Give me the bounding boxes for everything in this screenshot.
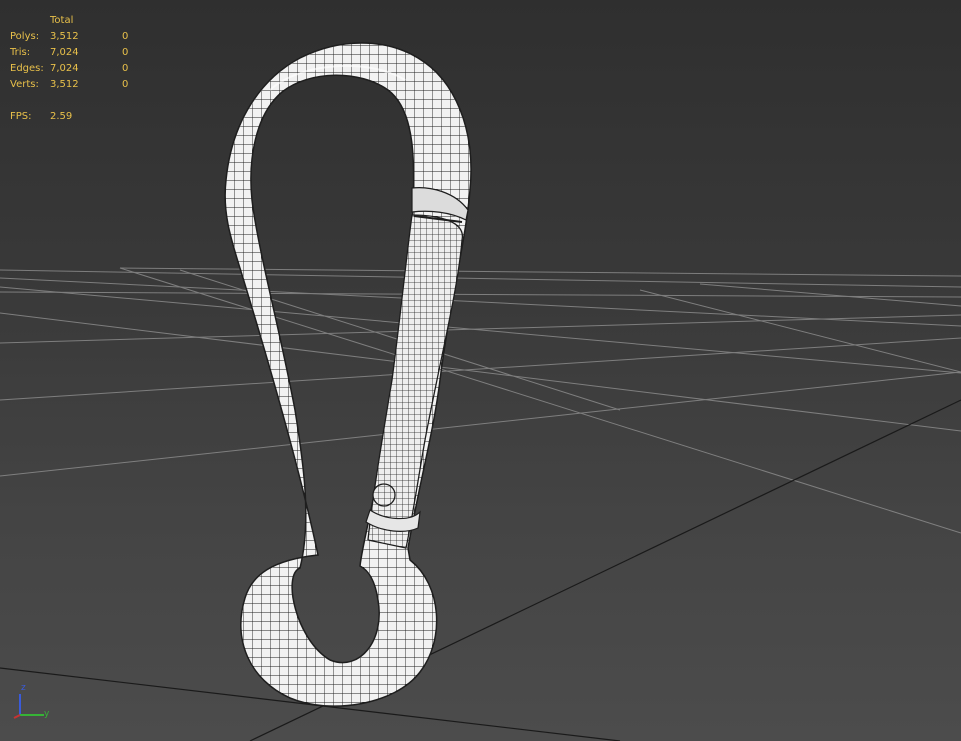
stats-spacer <box>10 93 142 109</box>
y-axis-label: y <box>44 709 50 719</box>
viewport-statistics: Total Polys: 3,512 0 Tris: 7,024 0 Edges… <box>10 13 142 125</box>
stats-label: Polys: <box>10 31 40 42</box>
stats-selected-value: 0 <box>122 31 129 42</box>
stats-total-value: 7,024 <box>50 63 79 74</box>
stats-row-verts: Verts: 3,512 0 <box>10 77 142 93</box>
stats-selected-value: 0 <box>122 63 129 74</box>
stats-row-edges: Edges: 7,024 0 <box>10 61 142 77</box>
gate-rivet <box>372 483 396 507</box>
stats-label: Tris: <box>10 47 31 58</box>
stats-label: Edges: <box>10 63 44 74</box>
axis-tripod-gizmo: z y <box>10 682 60 722</box>
stats-table: Total Polys: 3,512 0 Tris: 7,024 0 Edges… <box>10 13 142 125</box>
perspective-viewport[interactable]: Total Polys: 3,512 0 Tris: 7,024 0 Edges… <box>0 0 961 741</box>
stats-row-fps: FPS: 2.59 <box>10 109 142 125</box>
stats-label: Verts: <box>10 79 39 90</box>
stats-row-polys: Polys: 3,512 0 <box>10 29 142 45</box>
stats-total-header: Total <box>50 15 74 26</box>
stats-total-value: 7,024 <box>50 47 79 58</box>
stats-selected-value: 0 <box>122 79 129 90</box>
stats-selected-value: 0 <box>122 47 129 58</box>
stats-header-row: Total <box>10 13 142 29</box>
ground-grid <box>0 267 961 534</box>
fps-value: 2.59 <box>50 111 73 122</box>
fps-label: FPS: <box>10 111 32 122</box>
stats-total-value: 3,512 <box>50 79 79 90</box>
scene-canvas[interactable] <box>0 0 961 741</box>
z-axis-label: z <box>21 683 26 693</box>
axis-tripod-graphic <box>13 694 44 719</box>
x-axis-line <box>13 714 21 719</box>
carabiner-mesh[interactable] <box>224 42 472 707</box>
stats-row-tris: Tris: 7,024 0 <box>10 45 142 61</box>
stats-total-value: 3,512 <box>50 31 79 42</box>
world-axis-lines <box>0 399 961 741</box>
